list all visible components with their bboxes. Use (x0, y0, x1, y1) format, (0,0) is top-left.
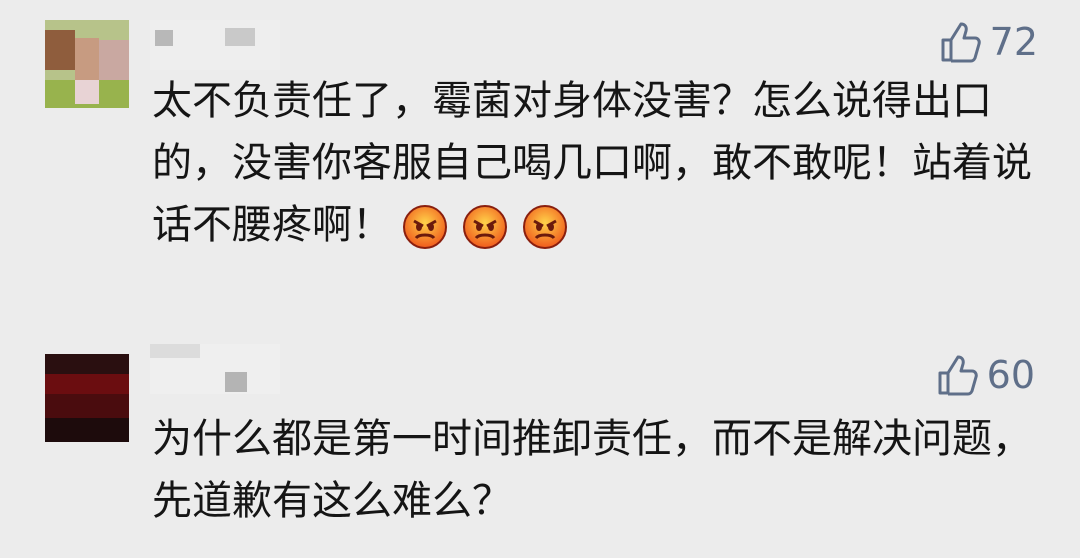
like-count: 60 (986, 353, 1035, 397)
like-button[interactable]: 72 (938, 20, 1038, 64)
like-count: 72 (989, 20, 1038, 64)
comment-item: 60 为什么都是第一时间推卸责任，而不是解决问题，先道歉有这么难么？ (0, 330, 1080, 558)
avatar[interactable] (45, 354, 129, 442)
angry-face-icon (463, 205, 507, 249)
thumbs-up-icon (941, 22, 981, 63)
username-blurred[interactable] (150, 344, 280, 394)
comment-item: 72 太不负责任了，霉菌对身体没害？怎么说得出口的，没害你客服自己喝几口啊，敢不… (0, 0, 1080, 300)
comment-text: 太不负责任了，霉菌对身体没害？怎么说得出口的，没害你客服自己喝几口啊，敢不敢呢！… (152, 70, 1032, 256)
username-blurred[interactable] (150, 20, 280, 70)
angry-face-icon (523, 205, 567, 249)
thumbs-up-icon (938, 355, 978, 396)
comment-text: 为什么都是第一时间推卸责任，而不是解决问题，先道歉有这么难么？ (152, 416, 1032, 524)
angry-face-icon (403, 205, 447, 249)
emoji-group (402, 204, 568, 250)
like-button[interactable]: 60 (935, 353, 1035, 397)
comment-body: 太不负责任了，霉菌对身体没害？怎么说得出口的，没害你客服自己喝几口啊，敢不敢呢！… (152, 78, 1032, 248)
avatar[interactable] (45, 20, 129, 108)
